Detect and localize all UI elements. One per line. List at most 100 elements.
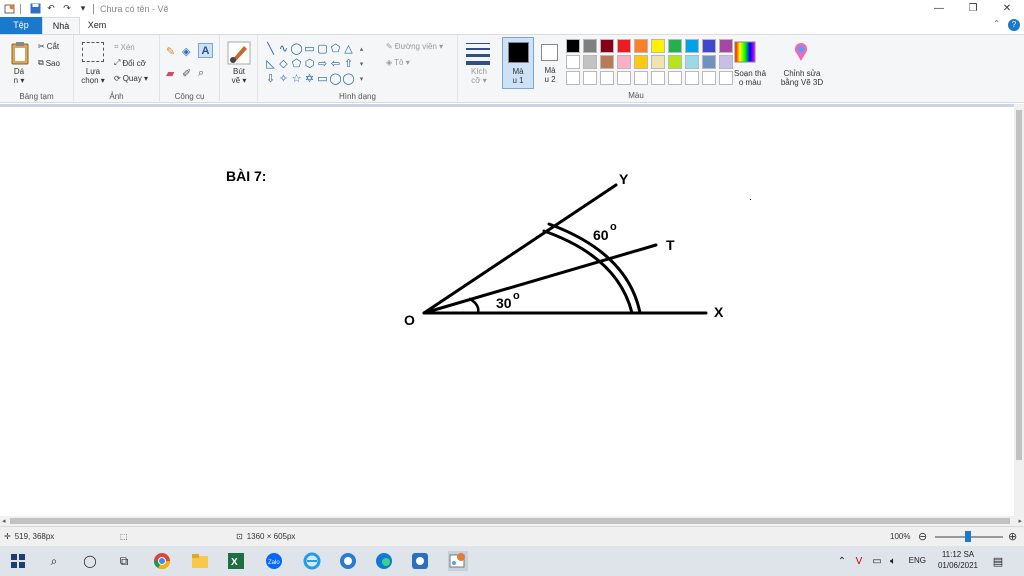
color-swatch[interactable]: [583, 71, 597, 85]
zoom-slider-thumb[interactable]: [965, 531, 971, 542]
down-arrow-shape-icon[interactable]: ⇩: [264, 71, 277, 86]
up-arrow-shape-icon[interactable]: ⇧: [342, 56, 355, 71]
color-swatch[interactable]: [634, 55, 648, 69]
edge-icon[interactable]: [374, 551, 394, 571]
color-swatch[interactable]: [617, 39, 631, 53]
triangle-shape-icon[interactable]: △: [342, 41, 355, 56]
tab-file[interactable]: Tệp: [0, 17, 42, 34]
scroll-left-icon[interactable]: ◂: [2, 517, 6, 525]
copy-button[interactable]: ⧉ Sao: [38, 58, 60, 68]
zoom-out-icon[interactable]: ⊖: [918, 530, 927, 543]
paste-button[interactable]: Dá n ▾: [6, 67, 32, 85]
file-explorer-icon[interactable]: [190, 551, 210, 571]
task-view-icon[interactable]: ⧉: [114, 551, 134, 571]
vertical-scroll-thumb[interactable]: [1016, 110, 1022, 460]
minimize-button[interactable]: —: [922, 0, 956, 17]
cloud-callout-shape-icon[interactable]: ◯: [342, 71, 355, 86]
color-picker-icon[interactable]: ✐: [182, 67, 191, 80]
paint-taskbar-icon[interactable]: [448, 551, 468, 571]
tab-view[interactable]: Xem: [80, 17, 114, 34]
internet-explorer-icon[interactable]: [302, 551, 322, 571]
notifications-icon[interactable]: ▤: [990, 551, 1006, 571]
pentagon-shape-icon[interactable]: ⬠: [290, 56, 303, 71]
shapes-scroll-up-icon[interactable]: ▴: [355, 41, 368, 56]
tab-home[interactable]: Nhà: [42, 17, 80, 34]
color-swatch[interactable]: [617, 71, 631, 85]
excel-icon[interactable]: X: [226, 551, 246, 571]
color-swatch[interactable]: [600, 55, 614, 69]
color-swatch[interactable]: [719, 39, 733, 53]
input-language[interactable]: ENG: [909, 556, 926, 565]
four-point-star-shape-icon[interactable]: ✧: [277, 71, 290, 86]
windows-start-icon[interactable]: [8, 551, 28, 571]
battery-icon[interactable]: ▭: [870, 551, 884, 571]
horizontal-scrollbar[interactable]: ◂ ▸: [0, 516, 1024, 526]
pencil-icon[interactable]: ✎: [166, 45, 175, 58]
color-swatch[interactable]: [583, 55, 597, 69]
shapes-more-icon[interactable]: ▾: [355, 71, 368, 86]
right-arrow-shape-icon[interactable]: ⇨: [316, 56, 329, 71]
five-point-star-shape-icon[interactable]: ☆: [290, 71, 303, 86]
color-swatch[interactable]: [566, 55, 580, 69]
six-point-star-shape-icon[interactable]: ✡: [303, 71, 316, 86]
tray-expand-icon[interactable]: ⌃: [836, 551, 848, 571]
help-icon[interactable]: ?: [1008, 19, 1020, 31]
color-swatch[interactable]: [651, 55, 665, 69]
text-tool-icon[interactable]: A: [198, 43, 213, 58]
color1-button[interactable]: Mà u 1: [502, 37, 534, 89]
collapse-ribbon-icon[interactable]: ⌃: [993, 19, 1000, 28]
rotate-button[interactable]: ⟳ Quay ▾: [114, 74, 148, 83]
customize-quick-access-icon[interactable]: ▾: [77, 3, 89, 15]
cut-button[interactable]: ✂ Cắt: [38, 42, 59, 51]
cortana-icon[interactable]: ◯: [80, 551, 100, 571]
color-swatch[interactable]: [566, 71, 580, 85]
color-swatch[interactable]: [668, 71, 682, 85]
scroll-right-icon[interactable]: ▸: [1018, 517, 1022, 525]
restore-button[interactable]: ❐: [956, 0, 990, 17]
undo-icon[interactable]: ↶: [45, 3, 57, 15]
save-icon[interactable]: [29, 3, 41, 15]
app-icon-1[interactable]: [338, 551, 358, 571]
outline-button[interactable]: ✎ Đường viền ▾: [386, 42, 443, 51]
color-swatch[interactable]: [668, 39, 682, 53]
volume-icon[interactable]: 🔈︎: [886, 551, 900, 571]
color-swatch[interactable]: [719, 55, 733, 69]
resize-button[interactable]: ⤢ Đổi cỡ: [114, 58, 146, 68]
crop-button[interactable]: ⌗ Xén: [114, 42, 135, 52]
color-swatch[interactable]: [702, 71, 716, 85]
color-swatch[interactable]: [651, 71, 665, 85]
shapes-scroll-down-icon[interactable]: ▾: [355, 56, 368, 71]
horizontal-scroll-thumb[interactable]: [10, 518, 1010, 524]
brushes-button[interactable]: Bút vẽ ▾: [224, 67, 254, 85]
rounded-rectangle-shape-icon[interactable]: ▢: [316, 41, 329, 56]
eraser-icon[interactable]: ▰: [166, 67, 174, 80]
drawing-canvas[interactable]: BÀI 7: O X Y T 30 o 60 o: [0, 107, 1014, 516]
clock[interactable]: 11:12 SA 01/06/2021: [938, 549, 978, 571]
color-swatch[interactable]: [634, 71, 648, 85]
color-swatch[interactable]: [583, 39, 597, 53]
vertical-scrollbar[interactable]: [1014, 104, 1024, 516]
color-swatch[interactable]: [600, 71, 614, 85]
oval-callout-shape-icon[interactable]: ◯: [329, 71, 342, 86]
color2-button[interactable]: Mà u 2: [536, 37, 564, 89]
color-swatch[interactable]: [668, 55, 682, 69]
antivirus-tray-icon[interactable]: V: [852, 551, 866, 571]
fill-bucket-icon[interactable]: ◈: [182, 45, 190, 58]
oval-shape-icon[interactable]: ◯: [290, 41, 303, 56]
color-swatch[interactable]: [702, 55, 716, 69]
color-swatch[interactable]: [600, 39, 614, 53]
zalo-icon[interactable]: Zalo: [264, 551, 284, 571]
polygon-shape-icon[interactable]: ⬠: [329, 41, 342, 56]
edit-with-paint3d-button[interactable]: Chỉnh sửa bằng Vẽ 3D: [774, 69, 830, 87]
magnifier-icon[interactable]: ⌕: [198, 67, 204, 80]
fill-button[interactable]: ◈ Tô ▾: [386, 58, 410, 67]
color-swatch[interactable]: [566, 39, 580, 53]
curve-shape-icon[interactable]: ∿: [277, 41, 290, 56]
select-button[interactable]: Lựa chọn ▾: [78, 67, 108, 85]
right-triangle-shape-icon[interactable]: ◺: [264, 56, 277, 71]
zoom-in-icon[interactable]: ⊕: [1008, 530, 1017, 543]
edit-colors-button[interactable]: Soạn thả o màu: [728, 69, 772, 87]
hexagon-shape-icon[interactable]: ⬡: [303, 56, 316, 71]
left-arrow-shape-icon[interactable]: ⇦: [329, 56, 342, 71]
line-shape-icon[interactable]: ╲: [264, 41, 277, 56]
